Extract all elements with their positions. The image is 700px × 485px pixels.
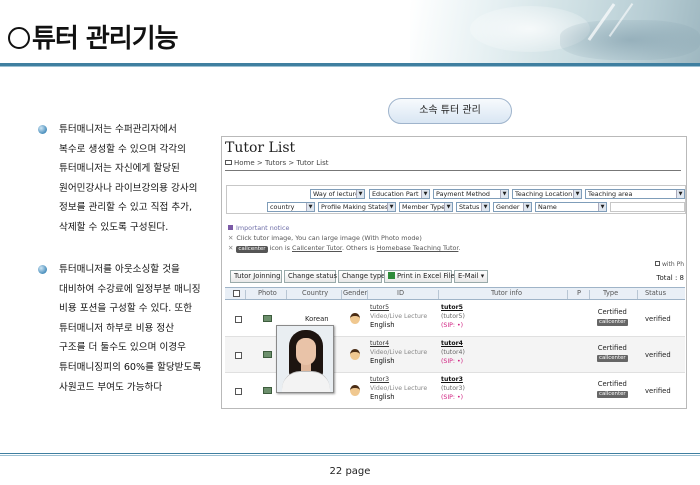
- type-cell: Certified callcenter: [597, 308, 628, 326]
- status-cell: verified: [645, 387, 671, 395]
- filter-status[interactable]: Status ▼: [456, 202, 490, 212]
- tutor-name-link[interactable]: tutor3: [441, 375, 465, 384]
- important-notice: Important notice ✕ Click tutor image, You…: [228, 223, 460, 253]
- title-underline: [225, 170, 681, 171]
- breadcrumb: Home > Tutors > Tutor List: [225, 159, 329, 167]
- filter-education-part[interactable]: Education Part ▼: [369, 189, 430, 199]
- close-icon: ✕: [228, 244, 234, 252]
- email-dropdown-button[interactable]: E-Mail ▾: [454, 270, 488, 283]
- slide-title-text: 튜터 관리기능: [32, 24, 179, 54]
- change-type-button[interactable]: Change type: [338, 270, 385, 283]
- slide-title: 튜터 관리기능: [8, 18, 179, 55]
- filter-teaching-area[interactable]: Teaching area ▼: [585, 189, 685, 199]
- filter-name[interactable]: Name ▼: [535, 202, 607, 212]
- tutor-avatar-icon: [350, 349, 360, 360]
- id-cell: tutor3 Video/Live Lecture English: [370, 375, 428, 401]
- tutor-id-link[interactable]: tutor3: [370, 375, 427, 384]
- excel-icon: [388, 272, 395, 279]
- filter-gender[interactable]: Gender ▼: [493, 202, 532, 212]
- bullet-item: 튜터매니저는 수퍼관리자에서 복수로 생성할 수 있으며 각각의 튜터매니저는 …: [38, 120, 203, 238]
- circle-bullet-icon: [8, 27, 30, 49]
- tutor-avatar-icon: [350, 313, 360, 324]
- name-search-input[interactable]: [610, 202, 685, 212]
- slide-header: 튜터 관리기능: [0, 0, 700, 67]
- with-photo-toggle[interactable]: with Ph: [654, 261, 684, 268]
- footer-divider: [0, 453, 700, 454]
- header-decoration-image: [410, 0, 700, 64]
- tutor-name-link[interactable]: tutor5: [441, 303, 465, 312]
- callcenter-tutor-link[interactable]: Callcenter Tutor: [292, 244, 342, 252]
- row-checkbox[interactable]: [235, 316, 242, 323]
- page-title: Tutor List: [225, 140, 296, 156]
- change-status-button[interactable]: Change status: [284, 270, 337, 283]
- col-status[interactable]: Status: [645, 289, 666, 297]
- filter-way-of-lecture[interactable]: Way of lecture ▼: [310, 189, 365, 199]
- total-count: Total : 8: [656, 274, 684, 282]
- col-type[interactable]: Type: [603, 289, 618, 297]
- callcenter-badge: callcenter: [236, 246, 268, 253]
- tutor-info-cell: tutor4 (tutor4) (SIP: •): [441, 339, 465, 365]
- bullet-dot-icon: [38, 125, 47, 134]
- status-cell: verified: [645, 315, 671, 323]
- tutor-info-cell: tutor3 (tutor3) (SIP: •): [441, 375, 465, 401]
- filter-profile-making-states[interactable]: Profile Making States ▼: [318, 202, 396, 212]
- col-gender[interactable]: Gender: [343, 289, 367, 297]
- col-tutor-info[interactable]: Tutor info: [491, 289, 522, 297]
- print-excel-button[interactable]: Print in Excel File: [384, 270, 455, 283]
- id-cell: tutor5 Video/Live Lecture English: [370, 303, 428, 329]
- col-photo[interactable]: Photo: [258, 289, 277, 297]
- notice-line: ✕ callcenter icon is Callcenter Tutor. Ot…: [228, 244, 461, 253]
- tutor-info-cell: tutor5 (tutor5) (SIP: •): [441, 303, 465, 329]
- home-icon: [225, 160, 232, 165]
- filter-teaching-location[interactable]: Teaching Location ▼: [512, 189, 582, 199]
- slide: 튜터 관리기능 소속 튜터 관리 튜터매니저는 수퍼관리자에서 복수로 생성할 …: [0, 0, 700, 485]
- col-p[interactable]: P: [577, 289, 581, 297]
- tutor-avatar-icon: [350, 385, 360, 396]
- header-divider-thin: [0, 66, 700, 67]
- tutor-id-link[interactable]: tutor5: [370, 303, 427, 312]
- bullet-dot-icon: [38, 265, 47, 274]
- country-cell: Korean: [305, 315, 329, 323]
- callcenter-badge: callcenter: [597, 391, 628, 398]
- photo-icon[interactable]: [263, 351, 272, 358]
- notice-line: ✕ Click tutor image, You can large image …: [228, 234, 422, 242]
- grid-icon: [654, 261, 660, 266]
- filter-payment-method[interactable]: Payment Method ▼: [433, 189, 509, 199]
- bullet-item: 튜터매니저를 아웃소싱할 것을 대비하여 수강료에 일정부분 매니징 비용 포션…: [38, 260, 203, 397]
- bullet-text: 튜터매니저는 수퍼관리자에서 복수로 생성할 수 있으며 각각의 튜터매니저는 …: [59, 124, 198, 233]
- status-cell: verified: [645, 351, 671, 359]
- tutor-photo-popup[interactable]: [276, 325, 334, 393]
- type-cell: Certified callcenter: [597, 380, 628, 398]
- id-cell: tutor4 Video/Live Lecture English: [370, 339, 428, 365]
- bullet-text: 튜터매니저를 아웃소싱할 것을 대비하여 수강료에 일정부분 매니징 비용 포션…: [59, 264, 202, 393]
- filter-member-type[interactable]: Member Type ▼: [399, 202, 453, 212]
- callcenter-badge: callcenter: [597, 355, 628, 362]
- callcenter-badge: callcenter: [597, 319, 628, 326]
- notice-heading: Important notice: [228, 223, 460, 233]
- homebase-tutor-link[interactable]: Homebase Teaching Tutor: [377, 244, 459, 252]
- close-icon: ✕: [228, 234, 234, 242]
- section-pill-label: 소속 튜터 관리: [388, 98, 512, 124]
- page-number: 22 page: [329, 466, 371, 477]
- type-cell: Certified callcenter: [597, 344, 628, 362]
- row-checkbox[interactable]: [235, 388, 242, 395]
- col-id[interactable]: ID: [397, 289, 404, 297]
- photo-icon[interactable]: [263, 315, 272, 322]
- row-checkbox[interactable]: [235, 352, 242, 359]
- col-country[interactable]: Country: [302, 289, 328, 297]
- filter-country[interactable]: country ▼: [267, 202, 315, 212]
- tutor-id-link[interactable]: tutor4: [370, 339, 427, 348]
- breadcrumb-text: Home > Tutors > Tutor List: [234, 159, 329, 167]
- notice-icon: [228, 225, 233, 230]
- photo-icon[interactable]: [263, 387, 272, 394]
- tutor-name-link[interactable]: tutor4: [441, 339, 465, 348]
- footer-divider-thin: [0, 455, 700, 456]
- tutor-joinning-button[interactable]: Tutor Joinning: [230, 270, 282, 283]
- grid-header: Photo Country Gender ID Tutor info P Typ…: [225, 287, 685, 300]
- select-all-checkbox[interactable]: [233, 290, 240, 297]
